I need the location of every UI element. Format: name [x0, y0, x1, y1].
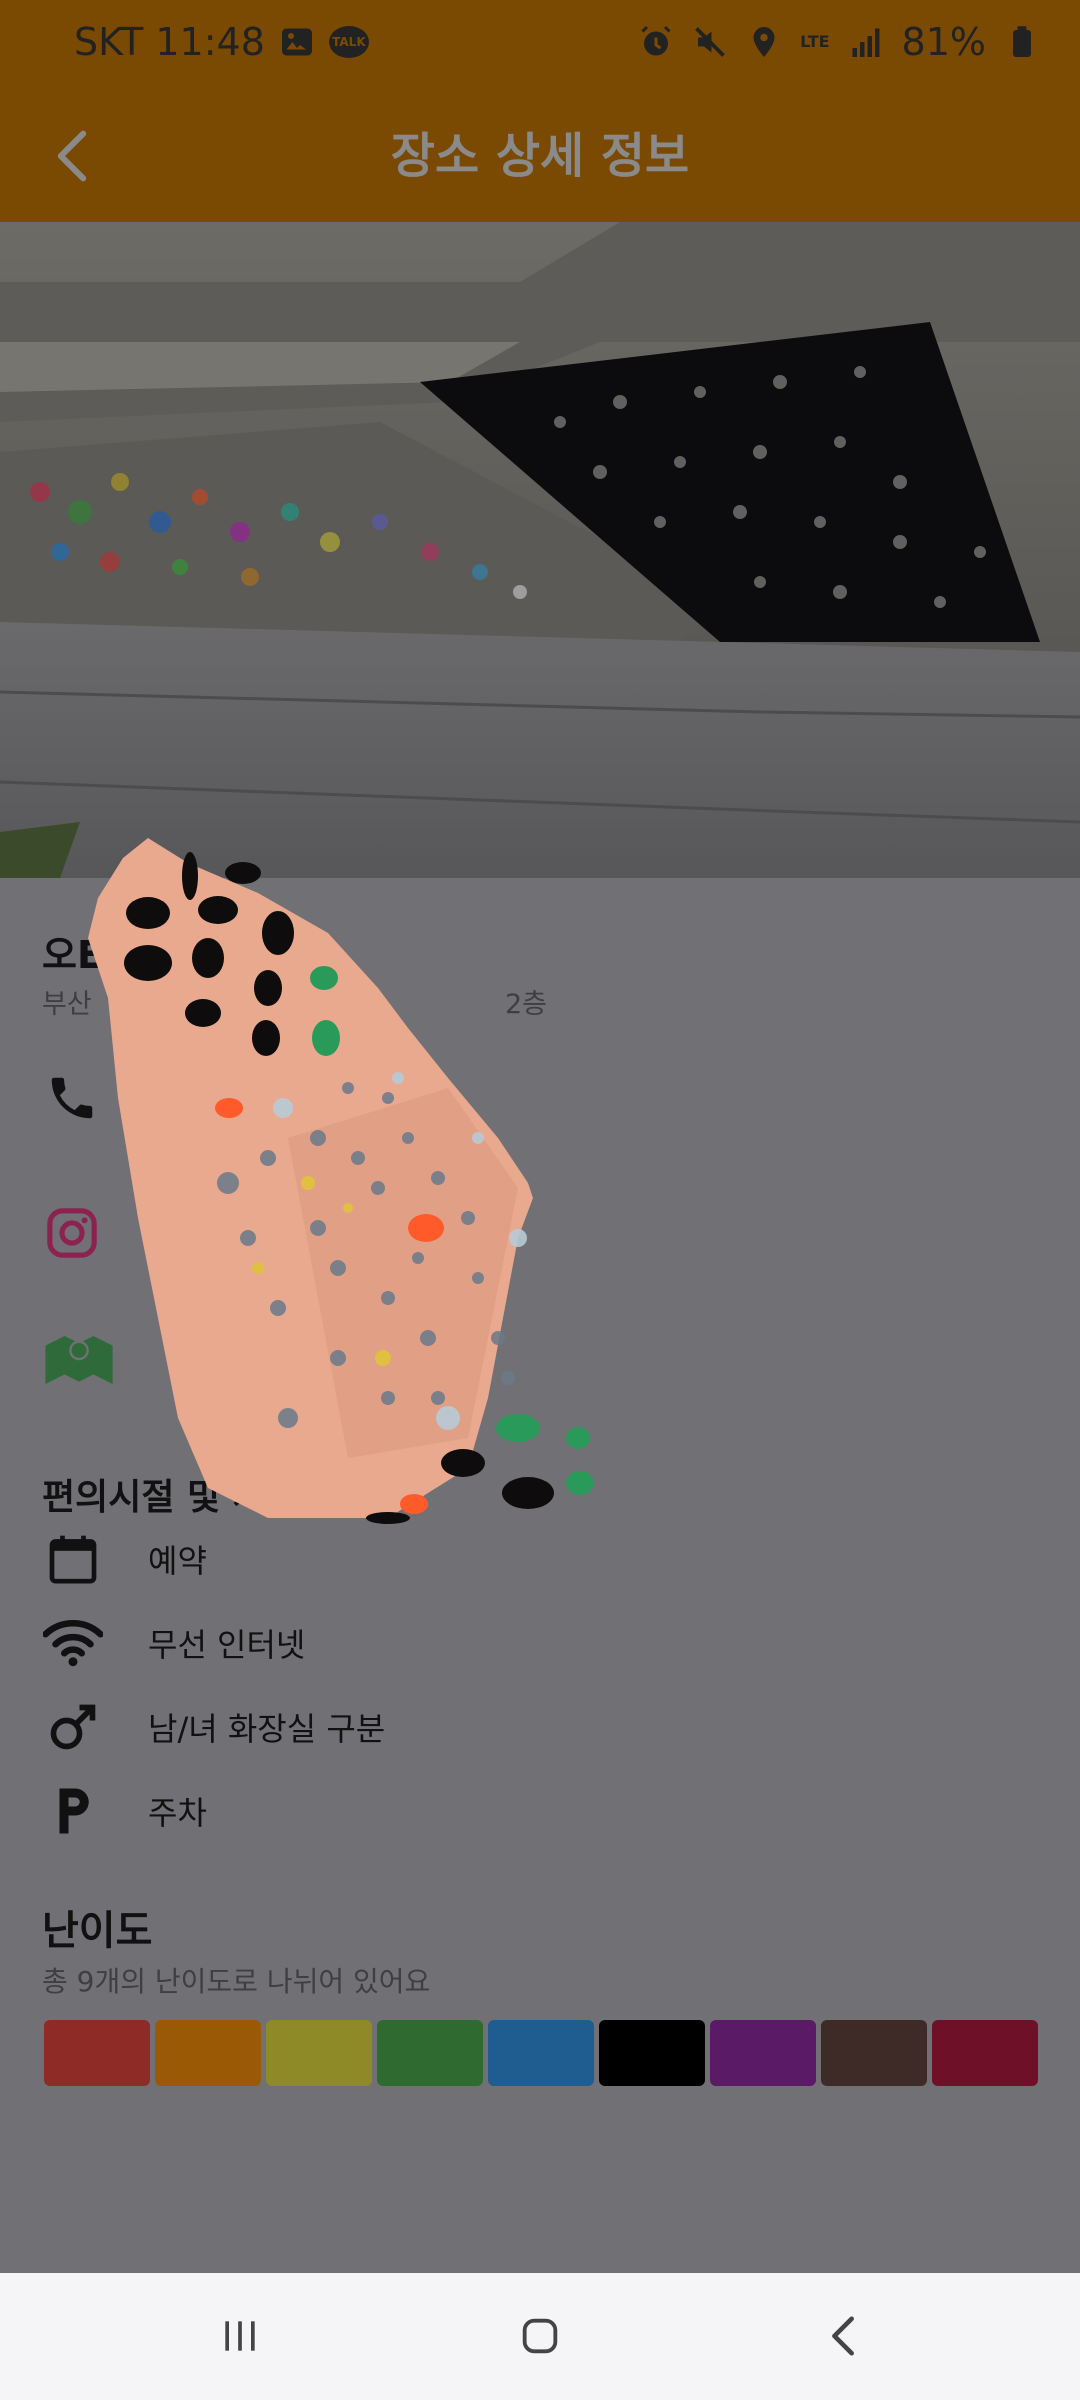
gym-photo — [0, 222, 1080, 878]
gender-icon — [50, 1704, 96, 1750]
place-address: 부산 — [42, 989, 92, 1020]
page-title: 장소 상세 정보 — [390, 128, 690, 184]
difficulty-level-chip — [488, 2020, 594, 2086]
back-nav-button[interactable] — [784, 2293, 904, 2379]
recent-apps-icon — [225, 2321, 255, 2351]
calendar-icon — [49, 1535, 97, 1584]
climbing-wall-overlay-image — [88, 838, 594, 1524]
app-bar: 장소 상세 정보 — [0, 90, 1080, 222]
service-parking: 주차 — [42, 1780, 207, 1842]
parking-icon — [59, 1788, 89, 1834]
service-reservation: 예약 — [42, 1528, 207, 1590]
difficulty-level-chip — [44, 2020, 150, 2086]
difficulty-level-chip — [821, 2020, 927, 2086]
service-label: 주차 — [148, 1794, 207, 1832]
service-restroom: 남/녀 화장실 구분 — [42, 1696, 385, 1758]
gallery-icon — [281, 28, 312, 56]
system-nav-bar — [0, 2273, 1080, 2400]
kakaotalk-icon: TALK — [328, 26, 369, 58]
location-icon — [753, 27, 775, 57]
back-icon — [832, 2316, 854, 2356]
lte-icon: LTE — [800, 32, 830, 51]
home-button[interactable] — [480, 2293, 600, 2379]
mute-icon — [695, 27, 725, 57]
service-label: 예약 — [148, 1542, 207, 1580]
service-label: 남/녀 화장실 구분 — [148, 1710, 386, 1748]
carrier-time: SKT 11:48 — [74, 20, 265, 64]
service-wifi: 무선 인터넷 — [42, 1612, 305, 1674]
difficulty-subtitle: 총 9개의 난이도로 나뉘어 있어요 — [42, 1965, 431, 1998]
home-icon — [522, 2318, 558, 2354]
battery-percent: 81% — [901, 20, 986, 64]
alarm-icon — [641, 25, 671, 56]
difficulty-level-chip — [710, 2020, 816, 2086]
difficulty-level-chip — [932, 2020, 1038, 2086]
difficulty-level-chip — [599, 2020, 705, 2086]
status-bar: SKT 11:48 TALK LTE 81% — [0, 0, 1080, 90]
wifi-icon — [43, 1620, 103, 1667]
difficulty-title: 난이도 — [42, 1908, 153, 1954]
difficulty-level-chip — [266, 2020, 372, 2086]
difficulty-level-chip — [155, 2020, 261, 2086]
difficulty-level-chip — [377, 2020, 483, 2086]
difficulty-colors — [44, 2020, 1038, 2086]
recent-apps-button[interactable] — [180, 2293, 300, 2379]
battery-icon — [1013, 26, 1031, 57]
signal-icon — [852, 28, 880, 57]
service-label: 무선 인터넷 — [148, 1626, 306, 1664]
